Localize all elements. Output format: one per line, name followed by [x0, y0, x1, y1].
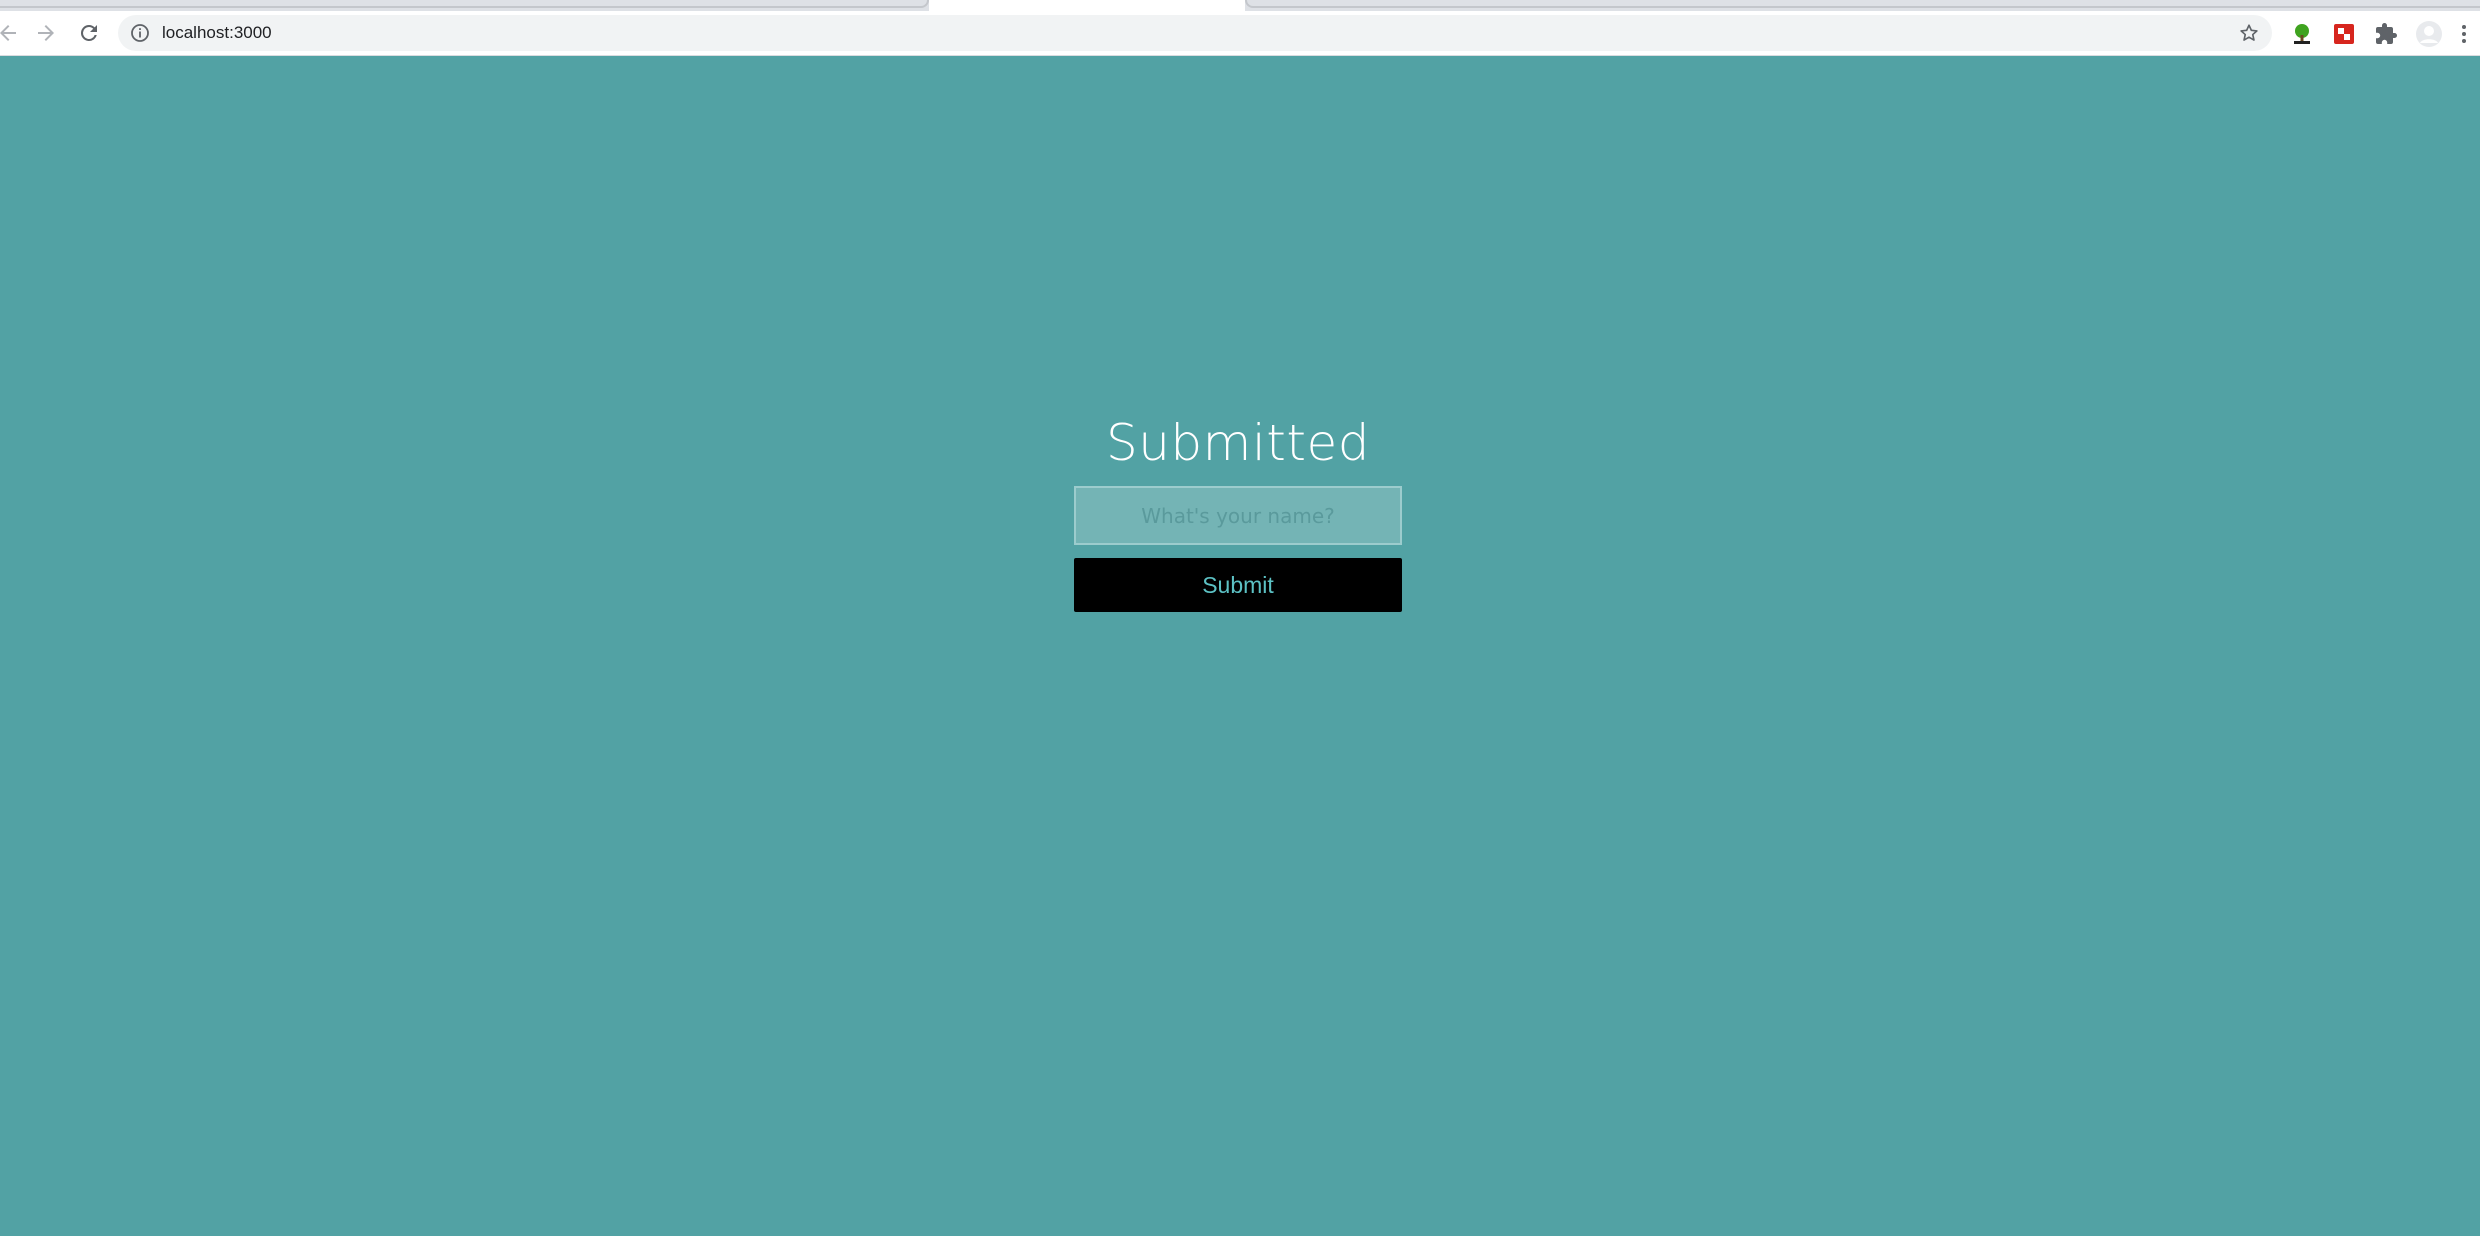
reload-icon — [80, 24, 97, 41]
arrow-right-icon — [38, 25, 54, 41]
arrow-left-icon — [0, 25, 16, 41]
name-form: Submitted Submit — [1074, 408, 1402, 612]
kebab-menu-icon[interactable] — [2458, 22, 2470, 46]
submit-button[interactable]: Submit — [1074, 558, 1402, 612]
active-tab[interactable] — [929, 0, 1245, 11]
star-icon[interactable] — [2238, 22, 2260, 44]
profile-avatar-icon[interactable] — [2415, 20, 2443, 48]
page-title: Submitted — [1106, 414, 1370, 472]
browser-toolbar: localhost:3000 — [0, 11, 2480, 56]
tab-strip — [0, 0, 2480, 11]
tree-extension-icon[interactable] — [2290, 22, 2314, 46]
reload-button[interactable] — [71, 15, 107, 51]
url-text[interactable]: localhost:3000 — [162, 15, 272, 51]
red-extension-icon[interactable] — [2332, 22, 2356, 46]
puzzle-icon[interactable] — [2374, 22, 2398, 46]
inactive-tab-right[interactable] — [1245, 0, 2480, 8]
page-content: Submitted Submit — [0, 56, 2480, 1236]
name-input[interactable] — [1074, 486, 1402, 545]
back-button[interactable] — [0, 15, 26, 51]
forward-button[interactable] — [28, 15, 64, 51]
address-bar[interactable]: localhost:3000 — [118, 15, 2272, 51]
inactive-tab-left[interactable] — [0, 0, 929, 8]
info-icon[interactable] — [130, 23, 150, 43]
